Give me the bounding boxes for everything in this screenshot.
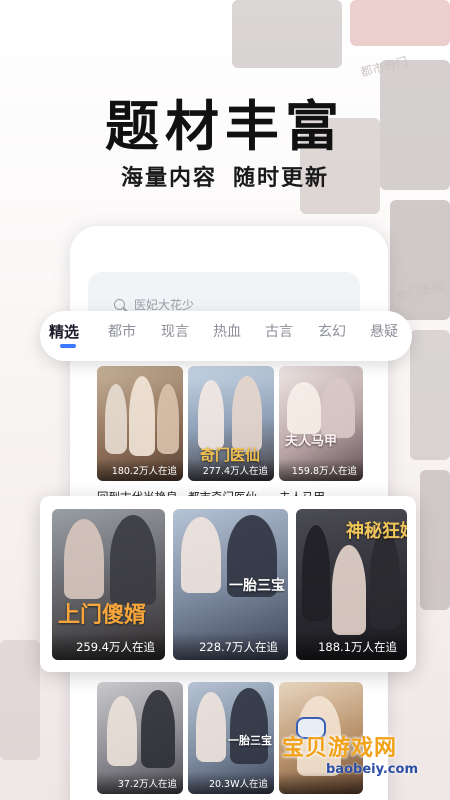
poster-title-art: 夫人马甲	[285, 434, 338, 449]
poster-card[interactable]: 一胎三宝 20.3W人在追	[188, 682, 274, 794]
poster-figure	[230, 688, 268, 764]
poster-figure	[157, 384, 179, 454]
poster-figure	[107, 696, 137, 766]
poster-figure	[287, 382, 321, 434]
watermark-url: baobeiy.com	[326, 762, 418, 777]
view-count: 37.2万人在追	[117, 779, 177, 790]
poster-title-art: 神秘狂婿	[346, 521, 407, 542]
tab-featured[interactable]: 精选	[49, 321, 79, 342]
poster-figure	[64, 519, 104, 599]
poster-figure	[196, 692, 226, 762]
poster-card[interactable]: 37.2万人在追	[97, 682, 183, 794]
view-count: 159.8万人在追	[291, 466, 357, 477]
subline-part: 海量内容	[120, 166, 217, 191]
poster-figure	[198, 380, 224, 450]
tab-mystery[interactable]: 悬疑	[370, 321, 398, 341]
watermark-text: 宝贝游戏网	[282, 736, 398, 761]
subline-part: 随时更新	[233, 166, 330, 191]
category-tabs: 精选 都市 现言 热血 古言 玄幻 悬疑	[40, 311, 412, 361]
poster-title-art: 上门傻婿	[58, 603, 147, 628]
search-icon	[114, 299, 125, 310]
tab-urban[interactable]: 都市	[108, 321, 136, 341]
featured-poster[interactable]: 上门傻婿 259.4万人在追	[52, 509, 165, 660]
poster-figure	[232, 376, 262, 452]
tab-modern-romance[interactable]: 现言	[161, 321, 189, 341]
poster-figure	[105, 384, 127, 454]
headline: 题材丰富	[105, 95, 345, 158]
tab-fantasy[interactable]: 玄幻	[318, 321, 346, 341]
bg-poster	[420, 470, 450, 610]
poster-figure	[110, 515, 156, 605]
bg-poster	[232, 0, 342, 68]
poster-figure	[141, 690, 175, 768]
poster-card[interactable]: 180.2万人在追	[97, 366, 183, 481]
poster-card[interactable]: 奇门医仙 277.4万人在追	[188, 366, 274, 481]
poster-figure	[302, 525, 330, 621]
featured-poster[interactable]: 一胎三宝 228.7万人在追	[173, 509, 288, 660]
tab-action[interactable]: 热血	[213, 321, 241, 341]
featured-poster[interactable]: 神秘狂婿 188.1万人在追	[296, 509, 407, 660]
view-count: 188.1万人在追	[318, 640, 397, 654]
poster-figure	[370, 529, 400, 629]
poster-figure	[332, 545, 366, 635]
tab-ancient-romance[interactable]: 古言	[265, 321, 293, 341]
bg-poster	[350, 0, 450, 46]
view-count: 277.4万人在追	[202, 466, 268, 477]
active-tab-indicator	[60, 344, 76, 348]
poster-card[interactable]: 夫人马甲 159.8万人在追	[279, 366, 363, 481]
poster-figure	[321, 378, 355, 438]
subline: 海量内容 随时更新	[0, 160, 450, 192]
poster-title-art: 一胎三宝	[228, 734, 272, 747]
bg-poster	[0, 640, 40, 760]
view-count: 20.3W人在追	[208, 779, 268, 790]
view-count: 180.2万人在追	[111, 466, 177, 477]
poster-figure	[129, 376, 155, 456]
view-count: 259.4万人在追	[76, 640, 155, 654]
poster-title-art: 一胎三宝	[229, 578, 285, 594]
bg-poster	[410, 330, 450, 460]
poster-figure	[181, 517, 221, 593]
view-count: 228.7万人在追	[199, 640, 278, 654]
